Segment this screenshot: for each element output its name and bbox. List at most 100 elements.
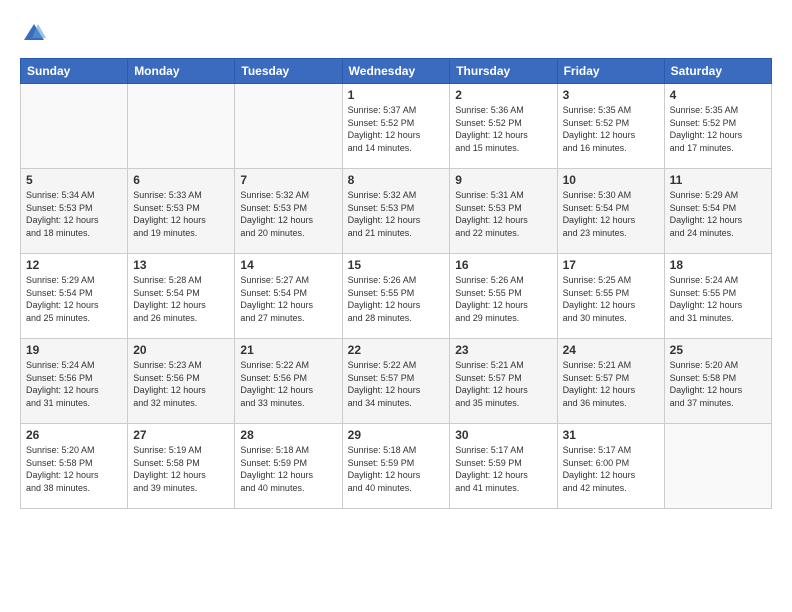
day-info: Sunrise: 5:32 AM Sunset: 5:53 PM Dayligh… bbox=[348, 189, 445, 239]
calendar-cell: 24 Sunrise: 5:21 AM Sunset: 5:57 PM Dayli… bbox=[557, 339, 664, 424]
calendar-week-2: 5 Sunrise: 5:34 AM Sunset: 5:53 PM Daylig… bbox=[21, 169, 772, 254]
calendar-header-monday: Monday bbox=[128, 59, 235, 84]
day-info: Sunrise: 5:29 AM Sunset: 5:54 PM Dayligh… bbox=[26, 274, 122, 324]
calendar-header-sunday: Sunday bbox=[21, 59, 128, 84]
calendar-cell: 16 Sunrise: 5:26 AM Sunset: 5:55 PM Dayli… bbox=[450, 254, 557, 339]
page-container: SundayMondayTuesdayWednesdayThursdayFrid… bbox=[0, 0, 792, 519]
calendar-cell bbox=[128, 84, 235, 169]
day-info: Sunrise: 5:34 AM Sunset: 5:53 PM Dayligh… bbox=[26, 189, 122, 239]
day-number: 26 bbox=[26, 428, 122, 442]
calendar-cell bbox=[664, 424, 771, 509]
calendar-week-4: 19 Sunrise: 5:24 AM Sunset: 5:56 PM Dayli… bbox=[21, 339, 772, 424]
day-number: 1 bbox=[348, 88, 445, 102]
day-info: Sunrise: 5:24 AM Sunset: 5:55 PM Dayligh… bbox=[670, 274, 766, 324]
calendar-cell: 3 Sunrise: 5:35 AM Sunset: 5:52 PM Daylig… bbox=[557, 84, 664, 169]
day-number: 10 bbox=[563, 173, 659, 187]
calendar-cell: 18 Sunrise: 5:24 AM Sunset: 5:55 PM Dayli… bbox=[664, 254, 771, 339]
day-number: 29 bbox=[348, 428, 445, 442]
day-number: 8 bbox=[348, 173, 445, 187]
calendar-cell: 21 Sunrise: 5:22 AM Sunset: 5:56 PM Dayli… bbox=[235, 339, 342, 424]
day-info: Sunrise: 5:20 AM Sunset: 5:58 PM Dayligh… bbox=[26, 444, 122, 494]
day-info: Sunrise: 5:21 AM Sunset: 5:57 PM Dayligh… bbox=[563, 359, 659, 409]
day-info: Sunrise: 5:25 AM Sunset: 5:55 PM Dayligh… bbox=[563, 274, 659, 324]
day-info: Sunrise: 5:23 AM Sunset: 5:56 PM Dayligh… bbox=[133, 359, 229, 409]
calendar-week-1: 1 Sunrise: 5:37 AM Sunset: 5:52 PM Daylig… bbox=[21, 84, 772, 169]
day-number: 18 bbox=[670, 258, 766, 272]
day-info: Sunrise: 5:28 AM Sunset: 5:54 PM Dayligh… bbox=[133, 274, 229, 324]
calendar-cell: 19 Sunrise: 5:24 AM Sunset: 5:56 PM Dayli… bbox=[21, 339, 128, 424]
calendar-week-3: 12 Sunrise: 5:29 AM Sunset: 5:54 PM Dayli… bbox=[21, 254, 772, 339]
day-number: 24 bbox=[563, 343, 659, 357]
day-number: 16 bbox=[455, 258, 551, 272]
calendar-cell: 5 Sunrise: 5:34 AM Sunset: 5:53 PM Daylig… bbox=[21, 169, 128, 254]
day-info: Sunrise: 5:18 AM Sunset: 5:59 PM Dayligh… bbox=[348, 444, 445, 494]
calendar-week-5: 26 Sunrise: 5:20 AM Sunset: 5:58 PM Dayli… bbox=[21, 424, 772, 509]
day-info: Sunrise: 5:29 AM Sunset: 5:54 PM Dayligh… bbox=[670, 189, 766, 239]
day-number: 14 bbox=[240, 258, 336, 272]
day-info: Sunrise: 5:20 AM Sunset: 5:58 PM Dayligh… bbox=[670, 359, 766, 409]
logo-icon bbox=[20, 20, 48, 48]
calendar-cell: 1 Sunrise: 5:37 AM Sunset: 5:52 PM Daylig… bbox=[342, 84, 450, 169]
day-info: Sunrise: 5:17 AM Sunset: 6:00 PM Dayligh… bbox=[563, 444, 659, 494]
calendar-cell bbox=[21, 84, 128, 169]
day-number: 7 bbox=[240, 173, 336, 187]
day-info: Sunrise: 5:22 AM Sunset: 5:57 PM Dayligh… bbox=[348, 359, 445, 409]
day-number: 30 bbox=[455, 428, 551, 442]
day-info: Sunrise: 5:26 AM Sunset: 5:55 PM Dayligh… bbox=[455, 274, 551, 324]
day-info: Sunrise: 5:36 AM Sunset: 5:52 PM Dayligh… bbox=[455, 104, 551, 154]
calendar-cell: 20Sunrise: 5:23 AM Sunset: 5:56 PM Dayli… bbox=[128, 339, 235, 424]
calendar-cell: 7 Sunrise: 5:32 AM Sunset: 5:53 PM Daylig… bbox=[235, 169, 342, 254]
day-info: Sunrise: 5:22 AM Sunset: 5:56 PM Dayligh… bbox=[240, 359, 336, 409]
day-info: Sunrise: 5:37 AM Sunset: 5:52 PM Dayligh… bbox=[348, 104, 445, 154]
day-number: 2 bbox=[455, 88, 551, 102]
calendar-cell: 28 Sunrise: 5:18 AM Sunset: 5:59 PM Dayli… bbox=[235, 424, 342, 509]
calendar-cell: 11 Sunrise: 5:29 AM Sunset: 5:54 PM Dayli… bbox=[664, 169, 771, 254]
day-number: 11 bbox=[670, 173, 766, 187]
day-info: Sunrise: 5:35 AM Sunset: 5:52 PM Dayligh… bbox=[563, 104, 659, 154]
calendar-cell: 27Sunrise: 5:19 AM Sunset: 5:58 PM Dayli… bbox=[128, 424, 235, 509]
day-info: Sunrise: 5:18 AM Sunset: 5:59 PM Dayligh… bbox=[240, 444, 336, 494]
calendar-cell: 25 Sunrise: 5:20 AM Sunset: 5:58 PM Dayli… bbox=[664, 339, 771, 424]
calendar-cell: 23Sunrise: 5:21 AM Sunset: 5:57 PM Dayli… bbox=[450, 339, 557, 424]
calendar-cell: 30Sunrise: 5:17 AM Sunset: 5:59 PM Dayli… bbox=[450, 424, 557, 509]
calendar-cell: 15Sunrise: 5:26 AM Sunset: 5:55 PM Dayli… bbox=[342, 254, 450, 339]
day-number: 5 bbox=[26, 173, 122, 187]
day-info: Sunrise: 5:30 AM Sunset: 5:54 PM Dayligh… bbox=[563, 189, 659, 239]
calendar-header-row: SundayMondayTuesdayWednesdayThursdayFrid… bbox=[21, 59, 772, 84]
day-number: 3 bbox=[563, 88, 659, 102]
calendar-cell: 31 Sunrise: 5:17 AM Sunset: 6:00 PM Dayli… bbox=[557, 424, 664, 509]
day-number: 31 bbox=[563, 428, 659, 442]
calendar: SundayMondayTuesdayWednesdayThursdayFrid… bbox=[20, 58, 772, 509]
calendar-cell: 10 Sunrise: 5:30 AM Sunset: 5:54 PM Dayli… bbox=[557, 169, 664, 254]
day-info: Sunrise: 5:31 AM Sunset: 5:53 PM Dayligh… bbox=[455, 189, 551, 239]
calendar-cell: 6Sunrise: 5:33 AM Sunset: 5:53 PM Daylig… bbox=[128, 169, 235, 254]
logo bbox=[20, 20, 52, 48]
day-number: 22 bbox=[348, 343, 445, 357]
calendar-cell: 9 Sunrise: 5:31 AM Sunset: 5:53 PM Daylig… bbox=[450, 169, 557, 254]
calendar-cell: 22 Sunrise: 5:22 AM Sunset: 5:57 PM Dayli… bbox=[342, 339, 450, 424]
calendar-header-wednesday: Wednesday bbox=[342, 59, 450, 84]
day-number: 21 bbox=[240, 343, 336, 357]
day-number: 17 bbox=[563, 258, 659, 272]
calendar-cell bbox=[235, 84, 342, 169]
day-number: 28 bbox=[240, 428, 336, 442]
calendar-cell: 17 Sunrise: 5:25 AM Sunset: 5:55 PM Dayli… bbox=[557, 254, 664, 339]
day-number: 9 bbox=[455, 173, 551, 187]
day-number: 12 bbox=[26, 258, 122, 272]
day-number: 19 bbox=[26, 343, 122, 357]
day-info: Sunrise: 5:27 AM Sunset: 5:54 PM Dayligh… bbox=[240, 274, 336, 324]
header bbox=[20, 20, 772, 48]
day-info: Sunrise: 5:21 AM Sunset: 5:57 PM Dayligh… bbox=[455, 359, 551, 409]
day-number: 13 bbox=[133, 258, 229, 272]
calendar-cell: 13 Sunrise: 5:28 AM Sunset: 5:54 PM Dayli… bbox=[128, 254, 235, 339]
day-info: Sunrise: 5:24 AM Sunset: 5:56 PM Dayligh… bbox=[26, 359, 122, 409]
calendar-header-friday: Friday bbox=[557, 59, 664, 84]
calendar-cell: 8 Sunrise: 5:32 AM Sunset: 5:53 PM Daylig… bbox=[342, 169, 450, 254]
day-info: Sunrise: 5:32 AM Sunset: 5:53 PM Dayligh… bbox=[240, 189, 336, 239]
day-number: 4 bbox=[670, 88, 766, 102]
calendar-header-thursday: Thursday bbox=[450, 59, 557, 84]
day-number: 6 bbox=[133, 173, 229, 187]
day-number: 15 bbox=[348, 258, 445, 272]
calendar-cell: 4Sunrise: 5:35 AM Sunset: 5:52 PM Daylig… bbox=[664, 84, 771, 169]
day-number: 25 bbox=[670, 343, 766, 357]
